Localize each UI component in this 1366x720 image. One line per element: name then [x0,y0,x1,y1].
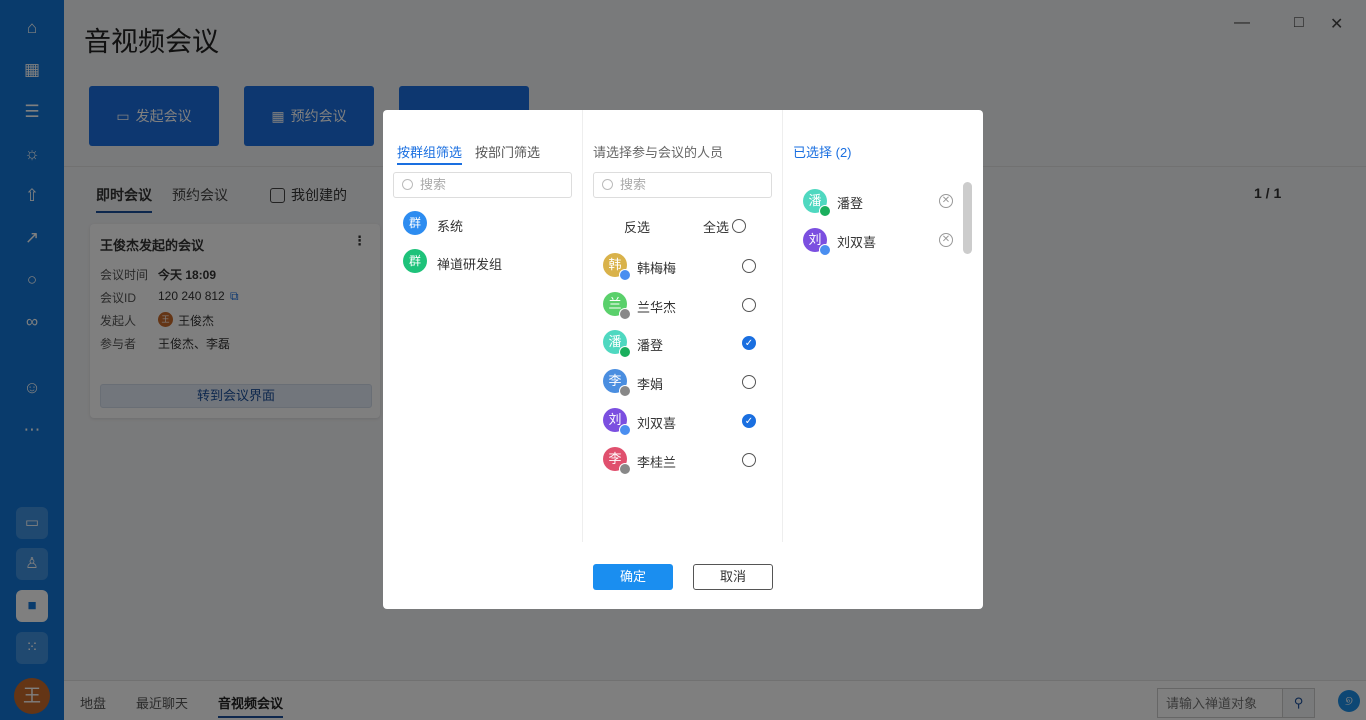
avatar-initial: 刘 [608,411,622,427]
selected-title: 已选择 (2) [793,145,852,160]
group-filter-column: 按群组筛选 按部门筛选 搜索 群系统群禅道研发组 [383,110,583,542]
person-row[interactable]: 潘潘登 ✓ [583,330,782,359]
person-name: 潘登 [637,338,664,354]
group-item[interactable]: 群禅道研发组 [383,249,582,275]
unchecked-radio[interactable] [742,297,756,312]
status-badge-icon [619,269,631,281]
avatar-initial: 兰 [608,295,622,311]
unchecked-radio[interactable] [742,375,756,390]
person-avatar: 韩 [603,253,631,281]
checked-radio-icon[interactable]: ✓ [742,413,756,428]
status-badge-icon [819,205,831,217]
select-all-label[interactable]: 全选 [703,217,729,236]
confirm-button[interactable]: 确定 [593,564,673,590]
avatar-initial: 韩 [608,257,622,272]
person-name: 刘双喜 [637,415,677,431]
group-avatar: 群 [403,249,427,273]
person-row[interactable]: 李李娟 [583,369,782,398]
person-name: 兰华杰 [637,299,677,315]
cancel-button[interactable]: 取消 [693,564,773,590]
group-name: 系统 [437,219,464,234]
person-name: 韩梅梅 [637,261,677,276]
status-badge-icon [619,307,631,320]
status-badge-icon [619,462,631,475]
person-name: 李桂兰 [637,454,677,470]
remove-icon[interactable]: ✕ [939,194,953,208]
selected-avatar: 潘 [803,189,831,217]
tab-by-department[interactable]: 按部门筛选 [475,142,540,161]
avatar-initial: 李 [608,373,622,389]
selected-item: 潘潘登 ✕ [783,189,958,217]
group-avatar: 群 [403,211,427,235]
status-badge-icon [819,243,831,256]
status-badge-icon [619,423,631,436]
person-row[interactable]: 李李桂兰 [583,446,782,475]
person-avatar: 刘 [603,407,631,436]
person-avatar: 兰 [603,291,631,320]
checked-radio-icon[interactable]: ✓ [742,336,756,351]
selected-column: 已选择 (2) 潘潘登 ✕ 刘刘双喜 ✕ [783,110,983,542]
people-search-input[interactable]: 搜索 [593,172,772,198]
selected-name: 刘双喜 [837,234,877,250]
person-avatar: 李 [603,446,631,475]
scrollbar[interactable] [963,182,972,254]
person-row[interactable]: 韩韩梅梅 [583,253,782,281]
group-name: 禅道研发组 [437,257,503,272]
person-avatar: 李 [603,369,631,398]
people-title: 请选择参与会议的人员 [593,145,724,160]
avatar-initial: 李 [608,450,622,466]
status-badge-icon [619,346,631,359]
remove-icon[interactable]: ✕ [939,232,953,247]
tab-by-group[interactable]: 按群组筛选 [397,142,463,165]
unchecked-radio[interactable] [742,259,756,273]
group-search-input[interactable]: 搜索 [393,172,572,198]
selected-avatar: 刘 [803,227,831,256]
unchecked-radio[interactable] [742,452,756,467]
person-row[interactable]: 刘刘双喜 ✓ [583,407,782,436]
status-badge-icon [619,385,631,398]
invert-selection-button[interactable]: 反选 [624,217,650,236]
avatar-initial: 潘 [808,193,822,208]
people-column: 请选择参与会议的人员 搜索 反选 全选 韩韩梅梅兰兰华杰潘潘登 ✓ 李李娟刘刘双喜 ✓… [583,110,783,542]
select-participants-dialog: 按群组筛选 按部门筛选 搜索 群系统群禅道研发组 请选择参与会议的人员 搜索 反… [383,110,983,609]
selected-item: 刘刘双喜 ✕ [783,227,958,256]
avatar-initial: 刘 [808,231,822,247]
selected-name: 潘登 [837,196,864,211]
person-avatar: 潘 [603,330,631,359]
select-all-radio[interactable] [732,219,746,233]
person-row[interactable]: 兰兰华杰 [583,291,782,320]
group-item[interactable]: 群系统 [383,211,582,237]
person-name: 李娟 [637,377,664,393]
